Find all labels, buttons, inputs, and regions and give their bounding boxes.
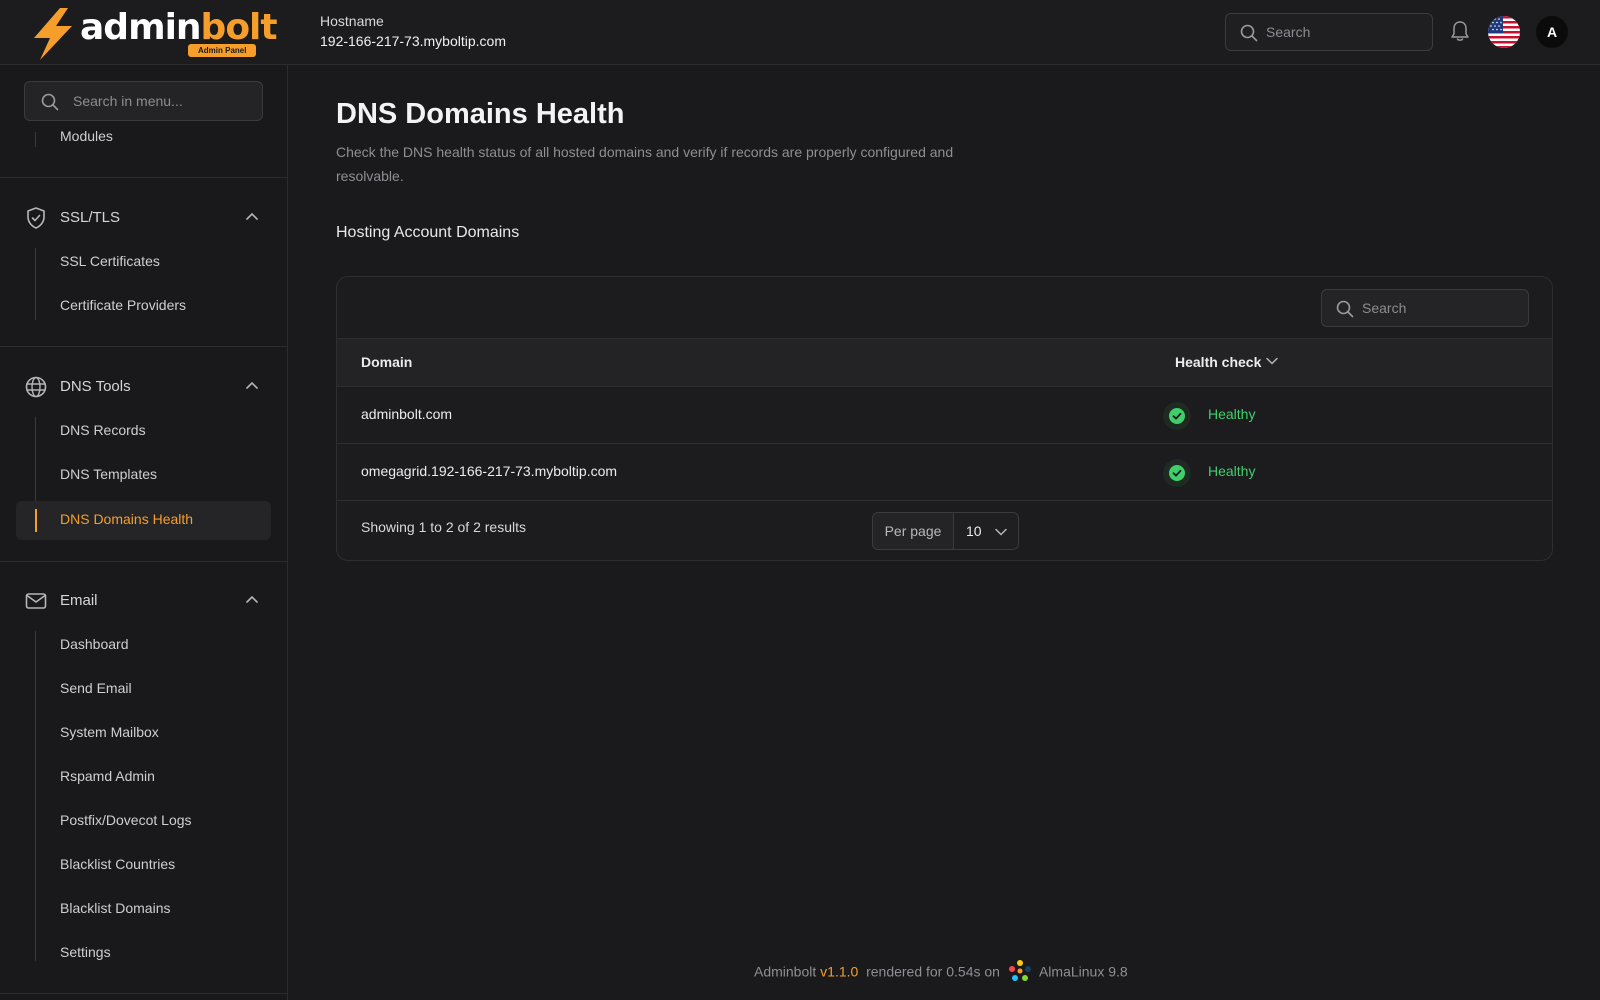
divider — [0, 346, 287, 347]
health-status: Healthy — [1208, 406, 1256, 422]
sidebar-item-blacklist-countries[interactable]: Blacklist Countries — [60, 854, 175, 874]
active-indicator — [35, 509, 37, 532]
shield-check-icon — [27, 207, 45, 229]
top-bar: adminbolt Admin Panel Hostname 192-166-2… — [0, 0, 1600, 65]
sidebar-group-label: Email — [60, 592, 98, 609]
sidebar-item-dns-records[interactable]: DNS Records — [60, 420, 146, 440]
adminbolt-logo[interactable]: adminbolt Admin Panel — [30, 6, 278, 62]
sidebar-item-dns-templates[interactable]: DNS Templates — [60, 464, 157, 484]
check-circle-icon — [1169, 465, 1185, 481]
user-avatar[interactable]: A — [1536, 16, 1568, 48]
search-icon — [1336, 300, 1354, 318]
bolt-icon — [34, 8, 72, 60]
sidebar-item-postfix-dovecot-logs[interactable]: Postfix/Dovecot Logs — [60, 810, 192, 830]
page-description: Check the DNS health status of all hoste… — [336, 144, 954, 184]
sidebar-group-email[interactable]: Email — [24, 589, 264, 613]
global-search-input[interactable] — [1266, 14, 1426, 50]
table-search[interactable] — [1321, 289, 1529, 327]
divider — [0, 177, 287, 178]
domain-cell: omegagrid.192-166-217-73.myboltip.com — [361, 463, 618, 479]
sidebar-item-send-email[interactable]: Send Email — [60, 678, 132, 698]
chevron-down-icon — [995, 528, 1007, 536]
sidebar-item-ssl-certificates[interactable]: SSL Certificates — [60, 251, 160, 271]
search-icon — [41, 93, 59, 111]
status-badge — [1163, 459, 1191, 487]
bell-icon[interactable] — [1450, 20, 1470, 42]
hostname-block: Hostname 192-166-217-73.myboltip.com — [320, 12, 506, 52]
section-title: Hosting Account Domains — [336, 224, 520, 241]
us-flag-icon[interactable] — [1488, 16, 1520, 48]
sidebar: Modules SSL/TLS SSL Certificates Certifi… — [0, 65, 288, 1000]
menu-search[interactable] — [24, 81, 263, 121]
footer-app-name: Adminbolt — [754, 963, 817, 980]
sidebar-item-settings[interactable]: Settings — [60, 942, 111, 962]
globe-icon — [25, 376, 47, 398]
per-page-select[interactable]: Per page 10 — [872, 512, 1019, 550]
sidebar-group-dns-tools[interactable]: DNS Tools — [24, 375, 264, 399]
sidebar-group-label: SSL/TLS — [60, 209, 121, 226]
footer-render-time: rendered for 0.54s on — [866, 963, 1000, 980]
sidebar-group-ssl[interactable]: SSL/TLS — [24, 206, 264, 230]
sidebar-item-blacklist-domains[interactable]: Blacklist Domains — [60, 898, 170, 918]
chevron-up-icon[interactable] — [246, 381, 258, 389]
column-header-label: Health check — [1175, 354, 1262, 370]
table-row[interactable]: adminbolt.com Healthy — [337, 387, 1552, 444]
table-header: Domain Health check — [337, 338, 1552, 387]
sidebar-group-label: DNS Tools — [60, 378, 131, 395]
tree-line — [35, 248, 36, 320]
per-page-label: Per page — [873, 513, 954, 549]
health-status: Healthy — [1208, 463, 1256, 479]
pagination-summary: Showing 1 to 2 of 2 results — [361, 519, 526, 535]
table-row[interactable]: omegagrid.192-166-217-73.myboltip.com He… — [337, 444, 1552, 501]
divider — [0, 561, 287, 562]
tree-line — [35, 631, 36, 961]
hostname-label: Hostname — [320, 13, 384, 29]
mail-icon — [25, 593, 47, 609]
sidebar-item-dashboard[interactable]: Dashboard — [60, 634, 129, 654]
chevron-up-icon[interactable] — [246, 212, 258, 220]
divider — [0, 993, 287, 994]
column-header-domain[interactable]: Domain — [361, 354, 412, 370]
logo-badge: Admin Panel — [188, 44, 257, 57]
footer-version[interactable]: v1.1.0 — [820, 964, 858, 980]
table-search-input[interactable] — [1362, 290, 1522, 326]
search-icon — [1240, 24, 1258, 42]
sidebar-item-certificate-providers[interactable]: Certificate Providers — [60, 295, 186, 315]
domains-table-card: Domain Health check adminbolt.com Health… — [336, 276, 1553, 561]
footer: Adminbolt v1.1.0 rendered for 0.54s on A… — [754, 960, 1128, 985]
global-search[interactable] — [1225, 13, 1433, 51]
per-page-value[interactable]: 10 — [966, 513, 982, 549]
sidebar-item-rspamd-admin[interactable]: Rspamd Admin — [60, 766, 155, 786]
page-title: DNS Domains Health — [336, 98, 625, 130]
chevron-down-icon — [1266, 357, 1278, 365]
footer-os: AlmaLinux 9.8 — [1038, 963, 1128, 980]
column-header-health-check[interactable]: Health check — [1175, 354, 1278, 370]
almalinux-icon — [1008, 960, 1031, 981]
chevron-up-icon[interactable] — [246, 595, 258, 603]
sidebar-item-system-mailbox[interactable]: System Mailbox — [60, 722, 159, 742]
menu-search-input[interactable] — [73, 82, 253, 120]
sidebar-item-modules[interactable]: Modules — [60, 126, 113, 146]
status-badge — [1163, 402, 1191, 430]
tree-line — [35, 132, 36, 147]
check-circle-icon — [1169, 408, 1185, 424]
hostname-value: 192-166-217-73.myboltip.com — [320, 33, 506, 49]
sidebar-item-dns-domains-health[interactable]: DNS Domains Health — [60, 509, 193, 529]
domain-cell: adminbolt.com — [361, 406, 453, 422]
